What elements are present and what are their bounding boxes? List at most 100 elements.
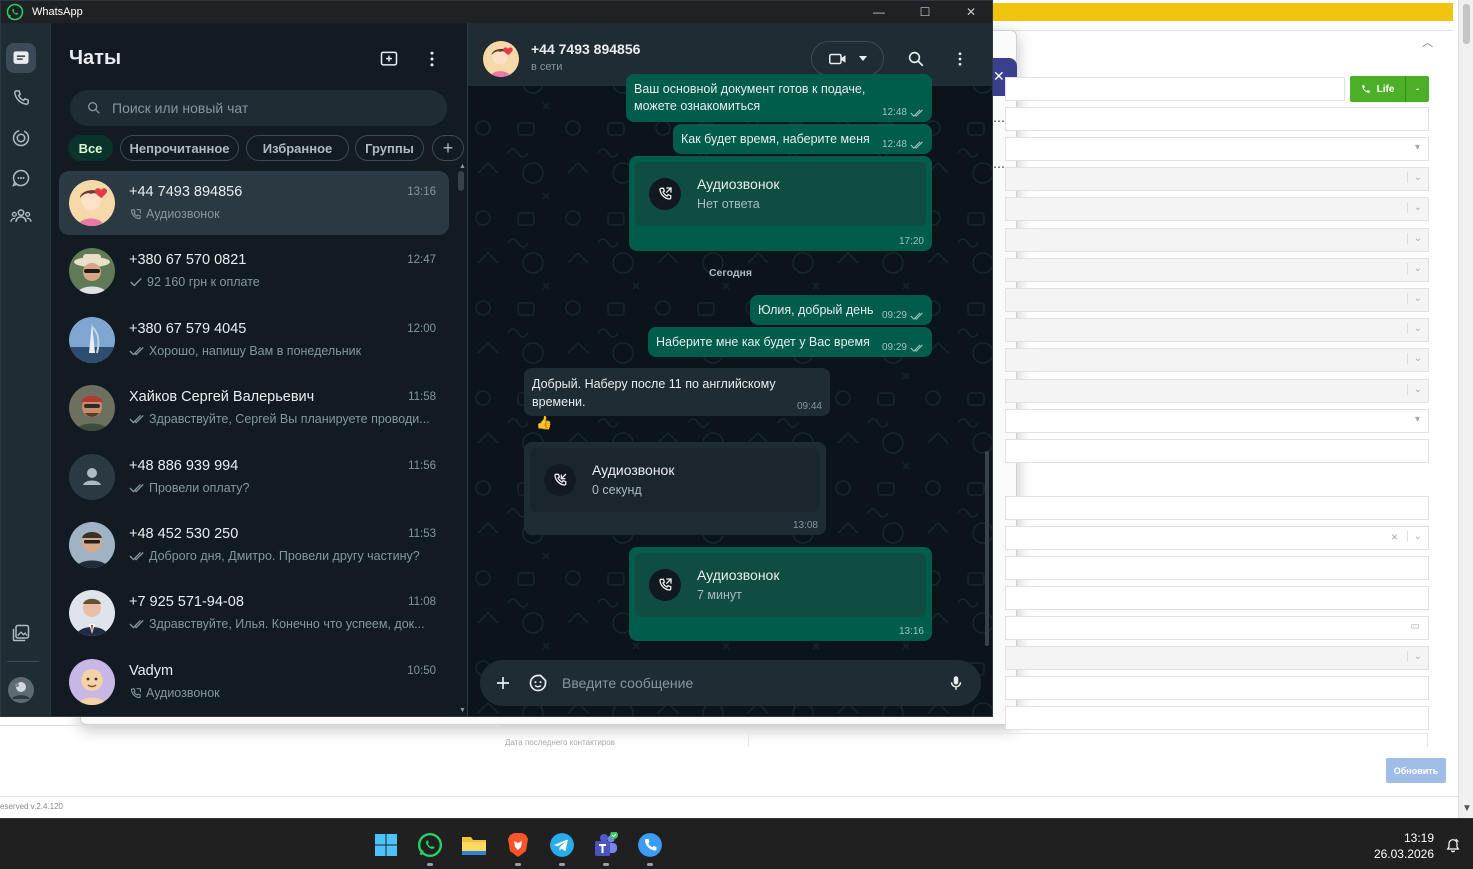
message-time-text: 09:29 bbox=[881, 310, 907, 321]
outgoing-message[interactable]: Наберите мне как будет у Вас время 09:29 bbox=[648, 327, 932, 357]
more-dots-icon[interactable]: ⋯ bbox=[993, 114, 1005, 128]
communities-nav-button[interactable] bbox=[6, 201, 36, 231]
start-button[interactable] bbox=[373, 832, 399, 858]
message-reaction[interactable]: 👍 bbox=[536, 415, 552, 431]
add-filter-button[interactable]: + bbox=[432, 135, 464, 161]
background-input[interactable] bbox=[1005, 676, 1429, 700]
background-input[interactable] bbox=[1005, 439, 1429, 463]
background-select[interactable]: ⌄ bbox=[1005, 258, 1429, 282]
background-input[interactable] bbox=[1005, 107, 1429, 131]
taskbar-brave[interactable] bbox=[505, 832, 531, 866]
chat-row[interactable]: Хайков Сергей Валерьевич 11:58 Здравству… bbox=[59, 376, 449, 440]
chat-row[interactable]: +7 925 571-94-08 11:08 Здравствуйте, Иль… bbox=[59, 581, 449, 645]
outgoing-message[interactable]: Ваш основной документ готов к подаче, мо… bbox=[626, 74, 932, 122]
background-select[interactable]: ▾ bbox=[1005, 409, 1429, 433]
background-select[interactable]: ⌄ bbox=[1005, 197, 1429, 221]
scroll-up-arrow-icon[interactable]: ▲ bbox=[459, 163, 466, 170]
chat-row[interactable]: +380 67 570 0821 12:47 92 160 грн к опла… bbox=[59, 239, 449, 303]
chat-row[interactable]: +48 452 530 250 11:53 Доброго дня, Дмитр… bbox=[59, 513, 449, 577]
voice-message-button[interactable] bbox=[945, 672, 967, 694]
outgoing-message[interactable]: Юлия, добрый день 09:29 bbox=[750, 295, 932, 325]
background-date-input[interactable]: ▭ bbox=[1005, 616, 1429, 640]
background-input[interactable] bbox=[1005, 77, 1345, 101]
window-titlebar[interactable]: WhatsApp — ☐ ✕ bbox=[1, 1, 992, 23]
clock-date: 26.03.2026 bbox=[1373, 847, 1434, 861]
chat-list-menu-button[interactable] bbox=[420, 47, 444, 71]
new-chat-button[interactable] bbox=[377, 47, 401, 71]
maximize-button[interactable]: ☐ bbox=[902, 1, 948, 23]
background-select[interactable]: ⌄ bbox=[1005, 348, 1429, 372]
outgoing-call-message[interactable]: Аудиозвонок Нет ответа 17:20 bbox=[629, 156, 932, 251]
background-select[interactable]: ⌄ bbox=[1005, 318, 1429, 342]
search-messages-button[interactable] bbox=[906, 49, 926, 69]
search-input[interactable] bbox=[112, 100, 412, 116]
filter-unread[interactable]: Непрочитанное bbox=[120, 135, 239, 161]
background-input[interactable] bbox=[1005, 586, 1429, 610]
minimize-button[interactable]: — bbox=[856, 1, 902, 23]
background-input[interactable] bbox=[1005, 496, 1429, 520]
taskbar-whatsapp[interactable] bbox=[417, 832, 443, 866]
taskbar-file-explorer[interactable] bbox=[461, 832, 487, 858]
filter-all[interactable]: Все bbox=[68, 135, 113, 161]
taskbar-phone-app[interactable] bbox=[637, 832, 663, 866]
chat-list-scrollbar[interactable] bbox=[458, 171, 464, 191]
calls-nav-button[interactable] bbox=[6, 83, 36, 113]
outgoing-message[interactable]: Как будет время, наберите меня 12:48 bbox=[673, 124, 932, 154]
chat-row[interactable]: +48 886 939 994 11:56 Провели оплату? bbox=[59, 445, 449, 509]
conversation-menu-button[interactable] bbox=[950, 49, 970, 69]
taskbar-teams[interactable] bbox=[593, 832, 619, 866]
life-button[interactable]: Life - bbox=[1350, 76, 1429, 102]
chats-nav-button[interactable] bbox=[6, 43, 36, 73]
background-select[interactable]: × ⌄ bbox=[1005, 526, 1429, 550]
filter-favorites[interactable]: Избранное bbox=[246, 135, 349, 161]
media-icon bbox=[12, 624, 30, 642]
call-card[interactable]: Аудиозвонок 0 секунд bbox=[530, 448, 820, 512]
chat-row[interactable]: +44 7493 894856 13:16 Аудиозвонок bbox=[59, 171, 449, 235]
scroll-down-arrow-icon[interactable]: ▼ bbox=[1462, 803, 1472, 814]
scroll-down-arrow-icon[interactable]: ▼ bbox=[459, 707, 466, 714]
sticker-button[interactable] bbox=[527, 672, 549, 694]
contact-avatar[interactable] bbox=[483, 41, 519, 77]
message-input[interactable] bbox=[562, 672, 922, 694]
background-select[interactable]: ⌄ bbox=[1005, 379, 1429, 403]
incoming-message[interactable]: Добрый. Наберу после 11 по английскому в… bbox=[524, 368, 830, 416]
conversation-scrollbar[interactable] bbox=[985, 451, 989, 646]
collapse-chevron-icon[interactable]: ︿ bbox=[1422, 34, 1436, 49]
background-select[interactable]: ⌄ bbox=[1005, 228, 1429, 252]
status-nav-button[interactable] bbox=[6, 123, 36, 153]
background-select[interactable]: ⌄ bbox=[1005, 167, 1429, 191]
profile-button[interactable] bbox=[6, 675, 36, 705]
system-clock[interactable]: 13:19 26.03.2026 bbox=[1374, 830, 1434, 862]
more-dots-icon[interactable]: ⋯ bbox=[993, 160, 1005, 174]
taskbar-telegram[interactable] bbox=[549, 832, 575, 866]
background-select[interactable]: ▾ bbox=[1005, 137, 1429, 161]
background-select[interactable]: ⌄ bbox=[1005, 288, 1429, 312]
background-input[interactable] bbox=[1005, 556, 1429, 580]
media-nav-button[interactable] bbox=[6, 618, 36, 648]
video-call-button[interactable] bbox=[811, 41, 884, 76]
scrollbar-thumb[interactable] bbox=[1463, 4, 1470, 44]
call-card[interactable]: Аудиозвонок Нет ответа bbox=[635, 162, 926, 226]
chat-time: 11:08 bbox=[408, 596, 436, 608]
chat-row[interactable]: Vadym 10:50 Аудиозвонок bbox=[59, 650, 449, 714]
clear-icon[interactable]: × bbox=[1391, 530, 1398, 544]
background-select[interactable]: ⌄ bbox=[1005, 646, 1429, 670]
background-input[interactable] bbox=[1005, 706, 1429, 730]
background-input[interactable] bbox=[748, 733, 1428, 747]
outgoing-call-icon bbox=[659, 578, 672, 591]
update-button[interactable]: Обновить bbox=[1386, 758, 1446, 783]
search-bar[interactable] bbox=[70, 90, 447, 126]
call-card[interactable]: Аудиозвонок 7 минут bbox=[635, 553, 926, 617]
chat-row[interactable]: +380 67 579 4045 12:00 Хорошо, напишу Ва… bbox=[59, 308, 449, 372]
outgoing-call-message[interactable]: Аудиозвонок 7 минут 13:16 bbox=[629, 547, 932, 641]
contact-avatar bbox=[69, 180, 115, 226]
filter-groups[interactable]: Группы bbox=[355, 135, 424, 161]
page-scrollbar[interactable]: ▼ bbox=[1458, 0, 1473, 818]
attach-button[interactable] bbox=[492, 672, 514, 694]
life-dropdown-toggle[interactable]: - bbox=[1406, 84, 1429, 95]
close-window-button[interactable]: ✕ bbox=[948, 1, 992, 23]
incoming-call-message[interactable]: Аудиозвонок 0 секунд 13:08 bbox=[524, 442, 826, 535]
channels-nav-button[interactable] bbox=[6, 163, 36, 193]
notifications-button[interactable] bbox=[1445, 837, 1461, 853]
chat-time: 13:16 bbox=[407, 186, 436, 198]
